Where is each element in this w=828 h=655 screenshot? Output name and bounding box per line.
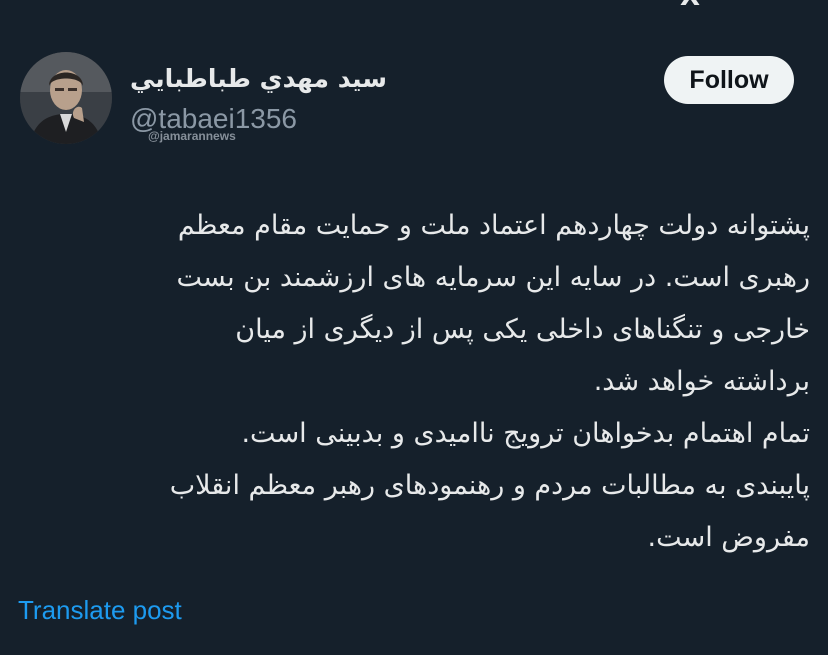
watermark: @jamarannews: [148, 129, 236, 143]
author-display-name[interactable]: سيد مهدي طباطبايي: [130, 62, 387, 96]
tweet-text-line: خارجی و تنگناهای داخلی یکی پس از دیگری ا…: [235, 314, 810, 345]
tweet-text-line: رهبری است. در سایه این سرمایه های ارزشمن…: [176, 262, 811, 293]
tweet-text-line: پایبندی به مطالبات مردم و رهنمودهای رهبر…: [169, 470, 810, 501]
tweet-screen: X سيد مهدي طباطبايي @tabaei1356 @jamaran…: [0, 0, 828, 655]
tweet-text-line: برداشته خواهد شد.: [593, 366, 810, 397]
x-logo-icon: X: [680, 0, 724, 10]
tweet-text-line: مفروض است.: [647, 522, 810, 553]
translate-post-link[interactable]: Translate post: [18, 593, 182, 627]
tweet-text-line: پشتوانه دولت چهاردهم اعتماد ملت و حمایت …: [177, 210, 810, 241]
tweet-text: پشتوانه دولت چهاردهم اعتماد ملت و حمایت …: [18, 200, 810, 564]
tweet-text-line: تمام اهتمام بدخواهان ترویج ناامیدی و بدب…: [241, 418, 810, 449]
user-avatar-icon: [20, 52, 112, 144]
follow-button[interactable]: Follow: [664, 56, 794, 104]
avatar[interactable]: [20, 52, 112, 144]
